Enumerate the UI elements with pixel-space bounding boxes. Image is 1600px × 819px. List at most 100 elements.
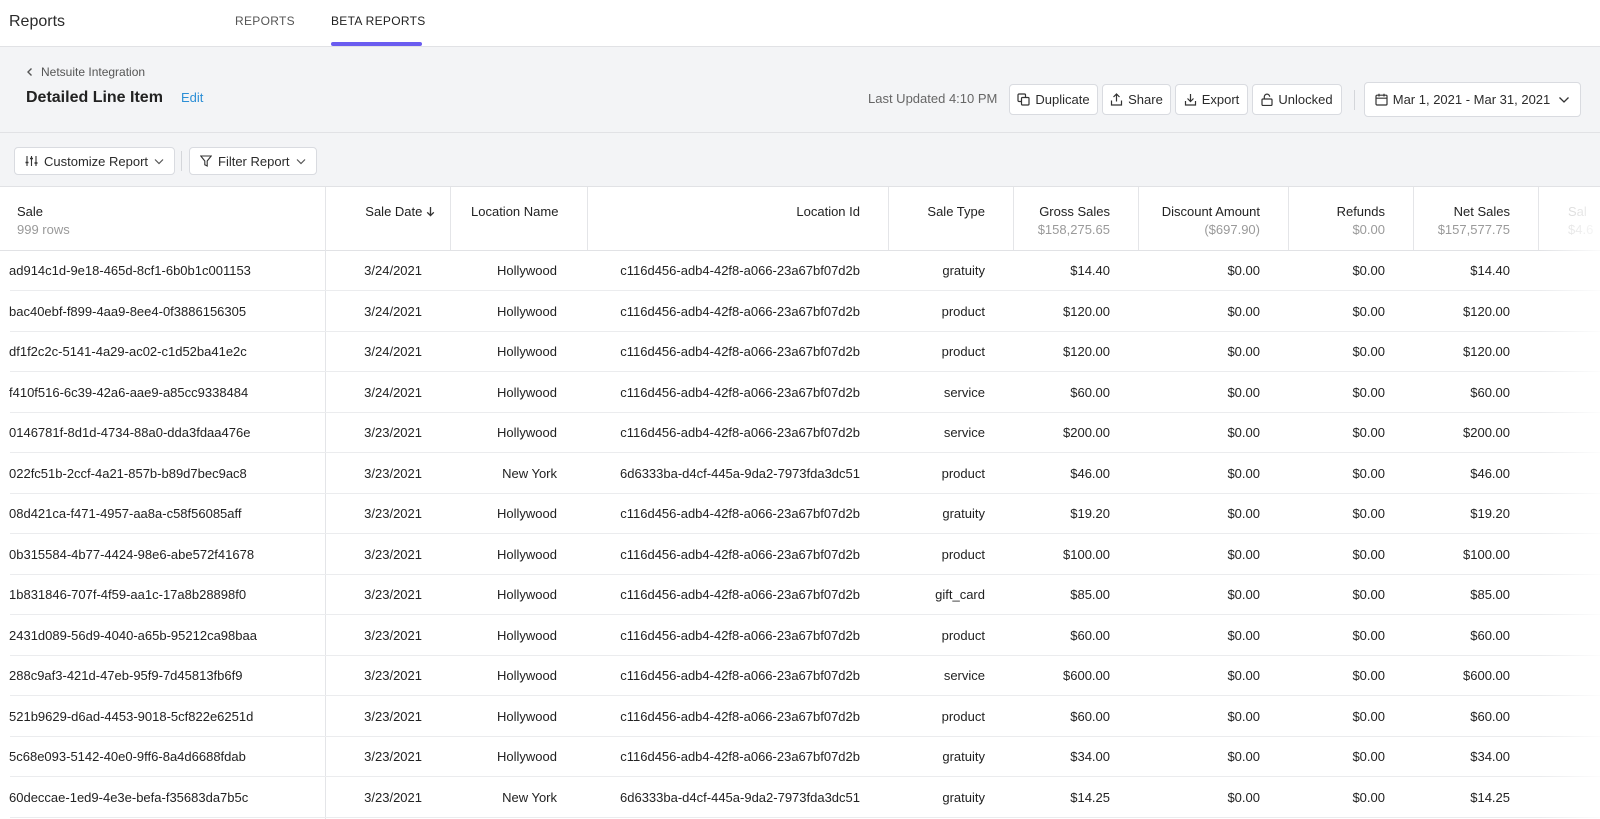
breadcrumb[interactable]: Netsuite Integration xyxy=(26,65,145,79)
cell-refunds: $0.00 xyxy=(1352,465,1385,481)
cell-sale-id: f410f516-6c39-42a6-aae9-a85cc9338484 xyxy=(9,384,249,400)
column-header-gross-sales[interactable]: Gross Sales $158,275.65 xyxy=(1010,204,1110,238)
tab-beta-reports[interactable]: BETA REPORTS xyxy=(331,14,426,28)
cell-refunds: $0.00 xyxy=(1352,587,1385,602)
cell-sale-date: 3/23/2021 xyxy=(364,668,422,683)
share-button[interactable]: Share xyxy=(1102,84,1171,115)
duplicate-button[interactable]: Duplicate xyxy=(1009,84,1098,115)
table-row[interactable]: 288c9af3-421d-47eb-95f9-7d45813fb6f9 3/23… xyxy=(9,656,1600,696)
table-row[interactable]: f410f516-6c39-42a6-aae9-a85cc9338484 3/24… xyxy=(9,373,1600,413)
table-row[interactable]: 1b831846-707f-4f59-aa1c-17a8b28898f0 3/23… xyxy=(9,575,1600,615)
column-header-sale-date[interactable]: Sale Date xyxy=(360,204,435,220)
cell-discount: $0.00 xyxy=(1227,668,1260,683)
chevron-down-icon xyxy=(1559,96,1570,103)
cell-location-name: Hollywood xyxy=(497,344,557,359)
cell-discount: $0.00 xyxy=(1227,425,1260,440)
cell-location-id: 6d6333ba-d4cf-445a-9da2-7973fda3dc51 xyxy=(620,465,860,481)
cell-net-sales: $34.00 xyxy=(1470,749,1510,764)
breadcrumb-label: Netsuite Integration xyxy=(41,65,146,79)
cell-refunds: $0.00 xyxy=(1352,506,1385,521)
cell-sale-date: 3/23/2021 xyxy=(364,546,422,562)
column-header-label: Sal xyxy=(1568,204,1587,219)
table-row[interactable]: 5c68e093-5142-40e0-9ff6-8a4d6688fdab 3/23… xyxy=(9,737,1600,777)
sort-desc-icon xyxy=(426,207,435,217)
cell-location-id: c116d456-adb4-42f8-a066-23a67bf07d2b xyxy=(620,627,860,643)
table-row[interactable]: 0b315584-4b77-4424-98e6-abe572f41678 3/23… xyxy=(9,535,1600,575)
table-header: Sale 999 rows Sale Date Location Name Lo… xyxy=(0,187,1600,251)
cell-gross-sales: $60.00 xyxy=(1070,708,1110,724)
column-total: $0.00 xyxy=(1352,222,1385,237)
column-header-sale[interactable]: Sale 999 rows xyxy=(17,204,70,238)
toolbar-divider xyxy=(1354,90,1355,110)
table-row[interactable]: df1f2c2c-5141-4a29-ac02-c1d52ba41e2c 3/24… xyxy=(9,332,1600,372)
tab-reports[interactable]: REPORTS xyxy=(235,14,295,28)
table-row[interactable]: 2431d089-56d9-4040-a65b-95212ca98baa 3/23… xyxy=(9,616,1600,656)
column-header-refunds[interactable]: Refunds $0.00 xyxy=(1290,204,1385,238)
cell-net-sales: $60.00 xyxy=(1470,627,1510,643)
cell-sale-date: 3/23/2021 xyxy=(364,749,422,764)
column-header-location-id[interactable]: Location Id xyxy=(700,204,860,220)
cell-sale-id: df1f2c2c-5141-4a29-ac02-c1d52ba41e2c xyxy=(9,344,247,359)
cell-net-sales: $200.00 xyxy=(1463,425,1510,440)
column-header-label: Sale xyxy=(17,204,44,219)
cell-sale-date: 3/23/2021 xyxy=(364,708,422,724)
cell-discount: $0.00 xyxy=(1227,344,1260,359)
cell-discount: $0.00 xyxy=(1227,749,1260,764)
cell-location-id: c116d456-adb4-42f8-a066-23a67bf07d2b xyxy=(620,749,860,764)
cell-net-sales: $19.20 xyxy=(1470,506,1510,521)
lock-toggle-button[interactable]: Unlocked xyxy=(1252,84,1342,115)
column-header-sale-type[interactable]: Sale Type xyxy=(900,204,985,220)
table-row[interactable]: 022fc51b-2ccf-4a21-857b-b89d7bec9ac8 3/23… xyxy=(9,454,1600,494)
column-header-label: Net Sales xyxy=(1453,204,1510,219)
column-total: $157,577.75 xyxy=(1437,222,1510,237)
cell-sale-date: 3/23/2021 xyxy=(364,789,422,805)
column-header-location-name[interactable]: Location Name xyxy=(471,204,558,220)
cell-sale-type: gratuity xyxy=(942,263,985,278)
last-updated: Last Updated 4:10 PM xyxy=(868,91,998,106)
table-row[interactable]: ad914c1d-9e18-465d-8cf1-6b0b1c001153 3/24… xyxy=(9,251,1600,291)
cell-location-id: c116d456-adb4-42f8-a066-23a67bf07d2b xyxy=(620,303,860,319)
page-title: Detailed Line Item xyxy=(26,89,163,106)
cell-refunds: $0.00 xyxy=(1352,749,1385,764)
column-header-truncated[interactable]: Sal $4.6 xyxy=(1568,204,1593,238)
cell-gross-sales: $200.00 xyxy=(1063,425,1110,440)
column-total: $158,275.65 xyxy=(1037,222,1110,237)
cell-gross-sales: $14.40 xyxy=(1070,263,1110,278)
cell-discount: $0.00 xyxy=(1227,263,1260,278)
column-header-discount-amount[interactable]: Discount Amount ($697.90) xyxy=(1140,204,1260,238)
column-header-label: Refunds xyxy=(1336,204,1385,219)
cell-net-sales: $14.25 xyxy=(1470,789,1510,805)
cell-sale-id: 521b9629-d6ad-4453-9018-5cf822e6251d xyxy=(9,708,254,724)
cell-gross-sales: $34.00 xyxy=(1070,749,1110,764)
active-tab-indicator xyxy=(331,42,422,46)
cell-location-name: Hollywood xyxy=(497,627,557,643)
cell-sale-date: 3/24/2021 xyxy=(364,303,422,319)
cell-location-name: Hollywood xyxy=(497,587,557,602)
cell-refunds: $0.00 xyxy=(1352,668,1385,683)
export-button[interactable]: Export xyxy=(1175,84,1248,115)
cell-location-name: Hollywood xyxy=(497,506,557,521)
table-row[interactable]: 0146781f-8d1d-4734-88a0-dda3fdaa476e 3/23… xyxy=(9,413,1600,453)
cell-net-sales: $85.00 xyxy=(1470,587,1510,602)
column-divider xyxy=(1413,187,1414,250)
cell-location-id: c116d456-adb4-42f8-a066-23a67bf07d2b xyxy=(620,506,860,521)
cell-gross-sales: $60.00 xyxy=(1070,384,1110,400)
date-range-picker[interactable]: Mar 1, 2021 - Mar 31, 2021 xyxy=(1364,82,1581,117)
cell-refunds: $0.00 xyxy=(1352,789,1385,805)
cell-location-name: Hollywood xyxy=(497,708,557,724)
table-row[interactable]: bac40ebf-f899-4aa9-8ee4-0f3886156305 3/24… xyxy=(9,292,1600,332)
table-row[interactable]: 521b9629-d6ad-4453-9018-5cf822e6251d 3/23… xyxy=(9,697,1600,737)
column-header-label: Discount Amount xyxy=(1161,204,1260,219)
column-header-label: Gross Sales xyxy=(1039,204,1110,219)
customize-report-button[interactable]: Customize Report xyxy=(14,147,176,175)
cell-sale-type: service xyxy=(943,425,985,440)
filter-report-button[interactable]: Filter Report xyxy=(189,147,317,175)
column-header-net-sales[interactable]: Net Sales $157,577.75 xyxy=(1410,204,1510,238)
table-row[interactable]: 60deccae-1ed9-4e3e-befa-f35683da7b5c 3/23… xyxy=(9,778,1600,818)
copy-icon xyxy=(1017,93,1030,106)
export-label: Export xyxy=(1201,92,1240,107)
table-row[interactable]: 08d421ca-f471-4957-aa8a-c58f56085aff 3/23… xyxy=(9,494,1600,534)
edit-link[interactable]: Edit xyxy=(181,90,203,105)
sliders-icon xyxy=(25,156,38,166)
cell-location-id: c116d456-adb4-42f8-a066-23a67bf07d2b xyxy=(620,384,860,400)
